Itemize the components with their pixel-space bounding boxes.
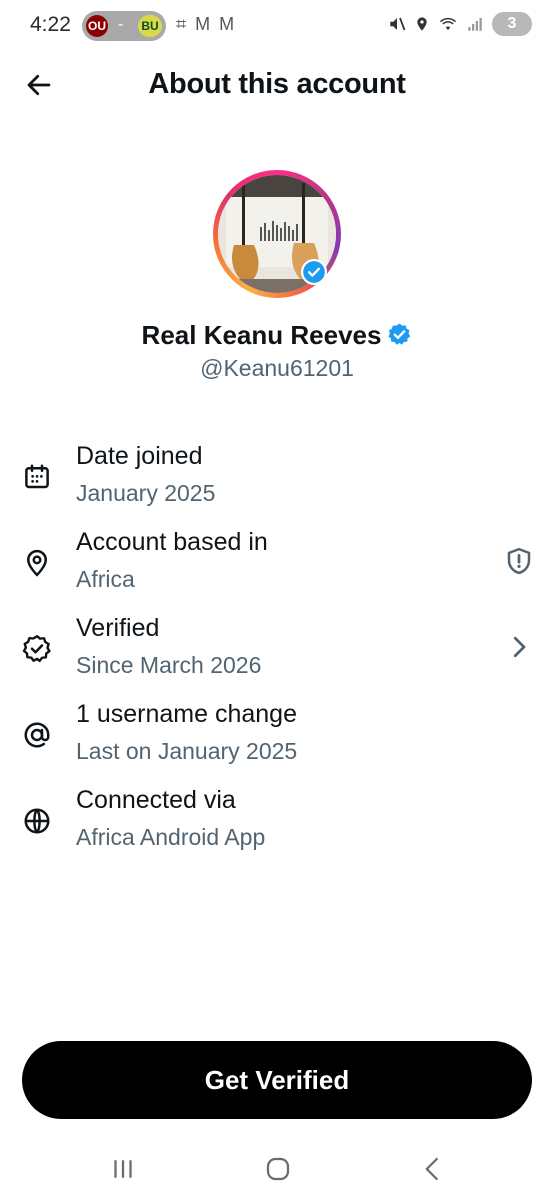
info-row-title: Connected via [76,786,236,814]
info-row-verified[interactable]: Verified Since March 2026 [0,612,554,698]
system-nav-bar [0,1140,554,1200]
team-left-logo: OU [86,15,108,37]
verified-badge-icon [22,635,51,663]
status-time: 4:22 [30,13,71,36]
info-row-subtitle: Since March 2026 [76,652,262,678]
info-row-title: Verified [76,614,160,642]
info-row-date-joined: Date joined January 2025 [0,440,554,526]
verified-badge-icon[interactable] [387,322,412,347]
at-sign-icon [24,722,50,748]
notification-icons: ⌗ M M [176,14,237,34]
live-score-pill: OU - BU [82,11,166,41]
mute-icon [390,17,406,31]
chevron-right-icon[interactable] [504,632,534,662]
display-name-row: Real Keanu Reeves [0,320,554,351]
info-row-subtitle: Last on January 2025 [76,738,298,764]
battery-icon: 3 [492,12,532,36]
info-row-title: Account based in [76,528,268,556]
shield-alert-icon[interactable] [504,546,534,576]
info-list: Date joined January 2025 Account based i… [0,440,554,870]
wifi-icon [439,17,457,30]
team-right-logo: BU [138,15,162,37]
signal-icon [468,18,482,31]
info-row-title: Date joined [76,442,203,470]
status-bar: 4:22 OU - BU ⌗ M M 3 [0,0,554,52]
location-icon [417,17,427,31]
info-row-username-change: 1 username change Last on January 2025 [0,698,554,784]
info-row-subtitle: Africa Android App [76,824,266,850]
info-row-account-based-in: Account based in Africa [0,526,554,612]
globe-icon [24,808,50,834]
get-verified-button[interactable]: Get Verified [22,1041,532,1119]
location-pin-icon [26,549,48,577]
info-row-connected-via: Connected via Africa Android App [0,784,554,870]
display-name: Real Keanu Reeves [141,320,382,350]
score-separator: - [118,16,124,33]
info-row-subtitle: January 2025 [76,480,216,506]
recent-apps-icon[interactable] [108,1154,138,1184]
back-nav-icon[interactable] [418,1154,448,1184]
info-row-title: 1 username change [76,700,297,728]
home-icon[interactable] [263,1154,293,1184]
header: About this account [0,54,554,114]
info-row-subtitle: Africa [76,566,135,592]
handle: @Keanu61201 [200,355,354,381]
avatar-verified-badge-icon [301,259,327,285]
calendar-icon [25,464,49,489]
page-title: About this account [148,68,406,100]
system-indicators: 3 [388,12,532,36]
